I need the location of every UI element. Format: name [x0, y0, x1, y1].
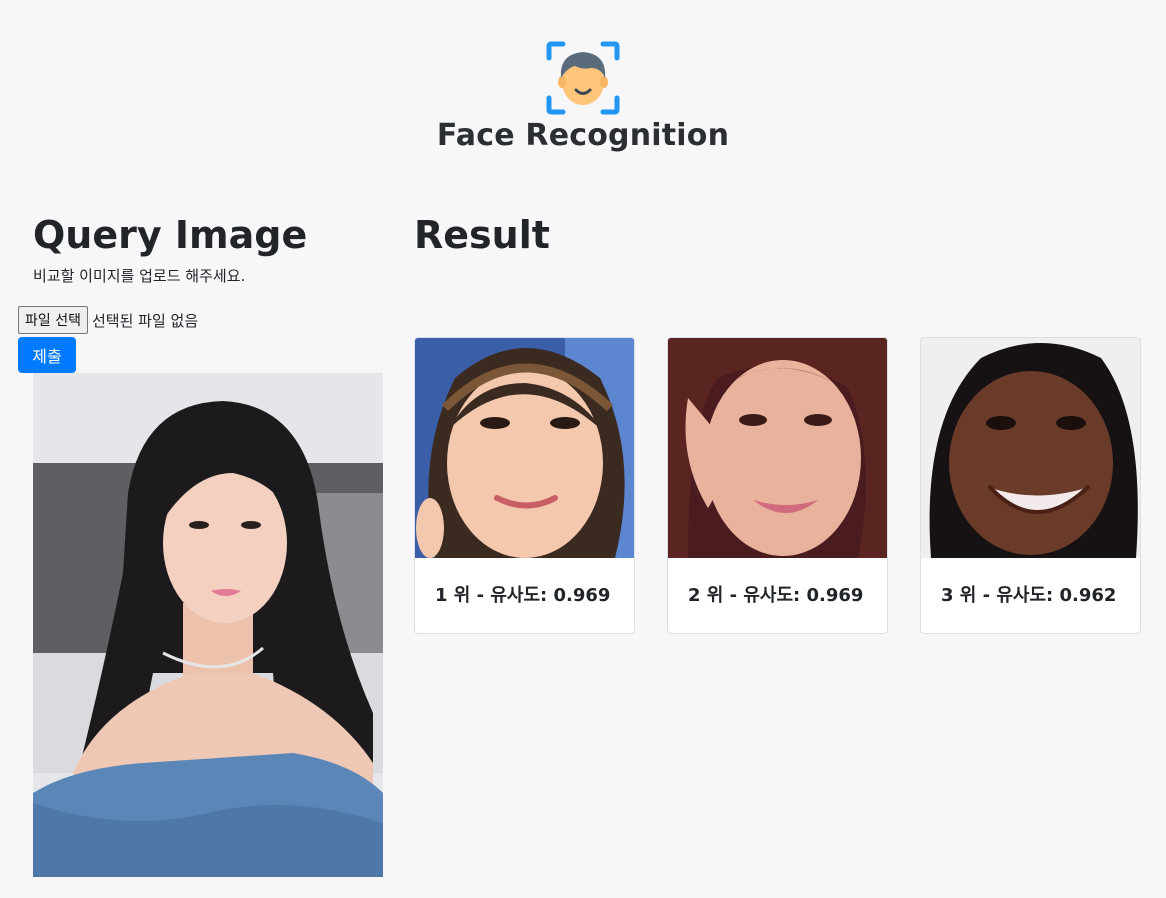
result-card[interactable]: 2 위 - 유사도: 0.969 [667, 337, 888, 634]
face-scan-icon [546, 41, 620, 115]
result-image [415, 338, 634, 558]
query-section: Query Image 비교할 이미지를 업로드 해주세요. [33, 212, 385, 286]
file-status: 선택된 파일 없음 [91, 311, 199, 330]
result-caption: 1 위 - 유사도: 0.969 [435, 585, 611, 606]
submit-button[interactable]: 제출 [18, 337, 76, 373]
file-input[interactable]: 파일 선택 선택된 파일 없음 [18, 306, 198, 334]
site-title: Face Recognition [436, 118, 730, 153]
result-card[interactable]: 3 위 - 유사도: 0.962 [920, 337, 1141, 634]
query-image [33, 373, 383, 877]
result-caption: 3 위 - 유사도: 0.962 [941, 585, 1117, 606]
result-card-body: 3 위 - 유사도: 0.962 [921, 558, 1140, 633]
result-image [921, 338, 1140, 558]
query-photo [33, 373, 383, 877]
result-card[interactable]: 1 위 - 유사도: 0.969 [414, 337, 635, 634]
result-card-body: 2 위 - 유사도: 0.969 [668, 558, 887, 633]
result-image [668, 338, 887, 558]
query-help-text: 비교할 이미지를 업로드 해주세요. [33, 267, 246, 285]
result-title: Result [414, 213, 550, 257]
query-title: Query Image [33, 213, 308, 257]
result-card-body: 1 위 - 유사도: 0.969 [415, 558, 634, 633]
result-caption: 2 위 - 유사도: 0.969 [688, 585, 864, 606]
app-header: Face Recognition [0, 40, 1166, 153]
file-select-button[interactable]: 파일 선택 [18, 306, 88, 334]
